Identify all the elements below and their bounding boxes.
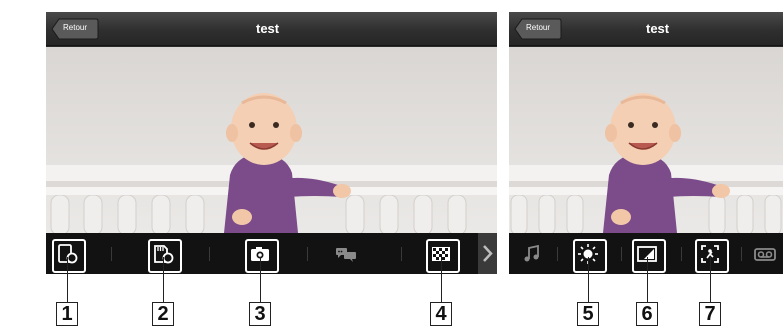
chevron-right-icon[interactable]	[478, 233, 497, 274]
toolbar-divider	[401, 247, 402, 261]
live-video-feed[interactable]	[509, 47, 783, 233]
callout-number-7: 7	[699, 302, 721, 326]
talk-icon[interactable]	[335, 243, 357, 265]
back-button-label: Retour	[63, 23, 88, 32]
callout-line	[163, 257, 164, 302]
callout-number-2: 2	[152, 302, 174, 326]
callout-number-6: 6	[636, 302, 658, 326]
top-nav-bar: Retour test	[509, 12, 783, 46]
callout-line	[441, 257, 442, 302]
callout-line	[67, 257, 68, 302]
toolbar-divider	[307, 247, 308, 261]
toolbar-divider	[681, 247, 682, 261]
bottom-toolbar	[46, 233, 497, 274]
toolbar-divider	[741, 247, 742, 261]
top-nav-bar: Retour test	[46, 12, 497, 46]
back-button[interactable]: Retour	[51, 18, 99, 40]
right-app-screen: Retour test	[509, 12, 783, 274]
callout-number-4: 4	[430, 302, 452, 326]
callout-number-5: 5	[577, 302, 599, 326]
left-app-screen: Retour test	[46, 12, 497, 274]
callout-line	[260, 257, 261, 302]
recording-icon[interactable]	[754, 243, 776, 265]
back-button-label: Retour	[526, 23, 551, 32]
callout-line	[588, 257, 589, 302]
toolbar-divider	[209, 247, 210, 261]
toolbar-divider	[621, 247, 622, 261]
bottom-toolbar	[509, 233, 783, 274]
toolbar-divider	[557, 247, 558, 261]
baby-video-image	[509, 47, 783, 233]
camera-title: test	[646, 21, 670, 36]
music-note-icon[interactable]	[521, 243, 543, 265]
toolbar-divider	[111, 247, 112, 261]
callout-line	[710, 257, 711, 302]
callout-line	[647, 257, 648, 302]
callout-number-1: 1	[56, 302, 78, 326]
camera-title: test	[256, 21, 280, 36]
callout-number-3: 3	[249, 302, 271, 326]
baby-video-image	[46, 47, 497, 233]
back-button[interactable]: Retour	[514, 18, 562, 40]
live-video-feed[interactable]	[46, 47, 497, 233]
